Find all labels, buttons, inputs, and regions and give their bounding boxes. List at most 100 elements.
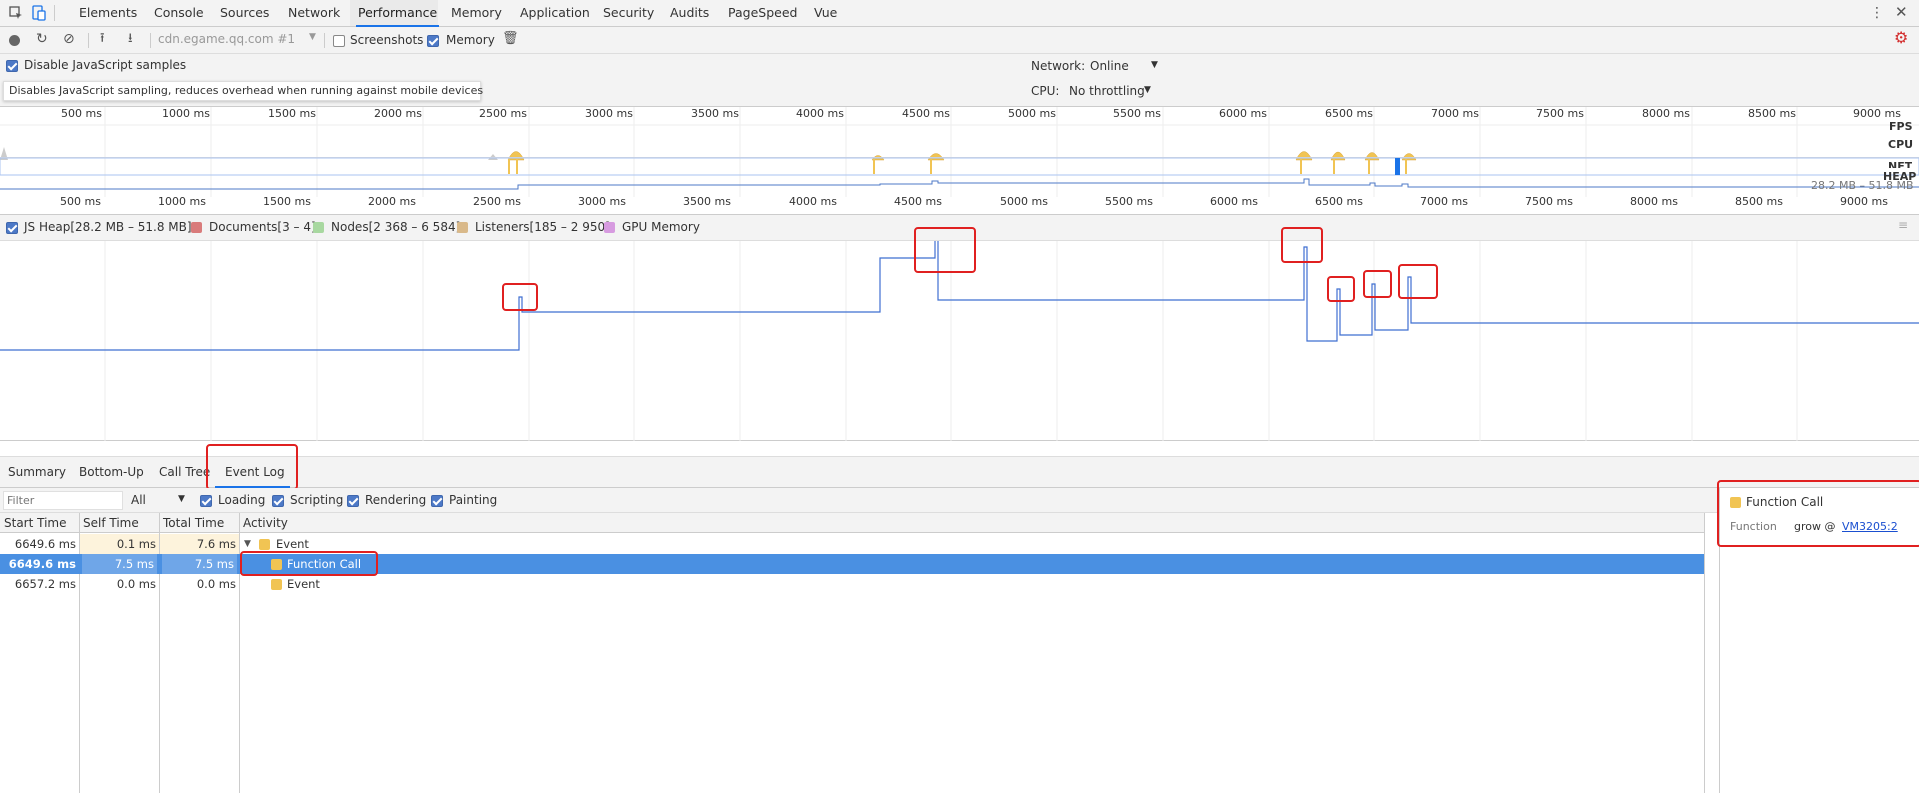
- tab-summary[interactable]: Summary: [8, 465, 66, 479]
- save-profile-icon[interactable]: ⭳: [128, 32, 133, 46]
- col-start-time[interactable]: Start Time: [0, 513, 79, 533]
- tab-performance[interactable]: Performance: [356, 0, 440, 27]
- mini-tick: 6000 ms: [1210, 195, 1258, 208]
- tab-bottom-up[interactable]: Bottom-Up: [79, 465, 144, 479]
- more-menu-icon[interactable]: ⋮: [1870, 6, 1884, 20]
- nodes-label: Nodes[2 368 – 6 584]: [331, 220, 461, 234]
- overview-tick: 2000 ms: [374, 107, 422, 120]
- overview-tick: 4500 ms: [902, 107, 950, 120]
- mini-tick: 7000 ms: [1420, 195, 1468, 208]
- event-category-swatch: [271, 579, 282, 590]
- overview-tick: 6000 ms: [1219, 107, 1267, 120]
- documents-swatch[interactable]: [191, 222, 202, 233]
- network-select[interactable]: Online: [1090, 59, 1129, 73]
- gear-icon[interactable]: ⚙: [1894, 30, 1908, 46]
- listeners-swatch[interactable]: [457, 222, 468, 233]
- mini-tick: 2000 ms: [368, 195, 416, 208]
- target-select[interactable]: cdn.egame.qq.com #1: [158, 32, 295, 46]
- overview-tick: 5000 ms: [1008, 107, 1056, 120]
- tab-network[interactable]: Network: [286, 0, 342, 27]
- start-time-cell: 6649.6 ms: [8, 557, 76, 571]
- reload-record-icon[interactable]: ↻: [36, 32, 48, 46]
- self-time-cell: 0.1 ms: [80, 534, 159, 554]
- close-icon[interactable]: ✕: [1895, 5, 1908, 20]
- screenshots-label: Screenshots: [350, 33, 424, 47]
- inspect-icon[interactable]: [9, 6, 23, 24]
- tab-sources[interactable]: Sources: [218, 0, 271, 27]
- mini-tick: 9000 ms: [1840, 195, 1888, 208]
- overview-tick: 3000 ms: [585, 107, 633, 120]
- category-select[interactable]: All: [131, 493, 146, 507]
- js-heap-graph[interactable]: [0, 227, 1919, 441]
- painting-label: Painting: [449, 493, 498, 507]
- scripting-label: Scripting: [290, 493, 344, 507]
- device-toolbar-icon[interactable]: [32, 5, 46, 25]
- mini-tick: 5000 ms: [1000, 195, 1048, 208]
- col-total-time[interactable]: Total Time: [159, 513, 239, 533]
- filter-input[interactable]: [3, 491, 123, 510]
- tab-audits[interactable]: Audits: [668, 0, 711, 27]
- overview-tick: 1000 ms: [162, 107, 210, 120]
- start-time-cell: 6657.2 ms: [14, 577, 76, 591]
- start-time-cell: 6649.6 ms: [14, 537, 76, 551]
- timeline-overview[interactable]: 500 ms 1000 ms 1500 ms 2000 ms 2500 ms 3…: [0, 107, 1919, 215]
- painting-checkbox[interactable]: [431, 495, 443, 507]
- mini-tick: 4500 ms: [894, 195, 942, 208]
- table-row[interactable]: 6657.2 ms 0.0 ms 0.0 ms Event: [0, 574, 1704, 594]
- loading-label: Loading: [218, 493, 266, 507]
- annotation-box: [502, 283, 538, 311]
- mini-tick: 500 ms: [60, 195, 101, 208]
- devtools-tabbar: Elements Console Sources Network Perform…: [0, 0, 1919, 27]
- load-profile-icon[interactable]: ⭱: [100, 32, 105, 46]
- performance-toolbar: ↻ ⊘ ⭱ ⭳ cdn.egame.qq.com #1 ▼ Screenshot…: [0, 27, 1919, 54]
- loading-checkbox[interactable]: [200, 495, 212, 507]
- disable-js-samples-label: Disable JavaScript samples: [24, 58, 187, 72]
- clear-icon[interactable]: ⊘: [63, 32, 75, 46]
- tab-console[interactable]: Console: [152, 0, 206, 27]
- activity-name: Event: [287, 577, 320, 591]
- trash-icon[interactable]: 🗑: [502, 32, 519, 46]
- annotation-box: [1327, 276, 1355, 302]
- tab-call-tree[interactable]: Call Tree: [159, 465, 210, 479]
- mini-tick: 8000 ms: [1630, 195, 1678, 208]
- tab-security[interactable]: Security: [601, 0, 656, 27]
- annotation-box: [1398, 264, 1438, 299]
- tab-memory[interactable]: Memory: [449, 0, 504, 27]
- tab-elements[interactable]: Elements: [77, 0, 139, 27]
- scripting-checkbox[interactable]: [272, 495, 284, 507]
- overview-tick: 6500 ms: [1325, 107, 1373, 120]
- tab-pagespeed[interactable]: PageSpeed: [726, 0, 799, 27]
- rendering-label: Rendering: [365, 493, 427, 507]
- heap-range-label: 28.2 MB – 51.8 MB: [1811, 179, 1914, 192]
- tab-vue[interactable]: Vue: [812, 0, 839, 27]
- col-activity[interactable]: Activity: [239, 513, 1705, 533]
- total-time-cell: 0.0 ms: [196, 577, 236, 591]
- cpu-select[interactable]: No throttling: [1069, 84, 1145, 98]
- record-icon[interactable]: [9, 35, 20, 46]
- gpu-memory-swatch[interactable]: [604, 222, 615, 233]
- overview-tick: 4000 ms: [796, 107, 844, 120]
- mini-tick: 3000 ms: [578, 195, 626, 208]
- capture-settings: Disable JavaScript samples Disables Java…: [0, 54, 1919, 107]
- nodes-swatch[interactable]: [313, 222, 324, 233]
- overview-tick: 1500 ms: [268, 107, 316, 120]
- memory-checkbox[interactable]: [427, 35, 439, 47]
- screenshots-checkbox[interactable]: [333, 35, 345, 47]
- toolbar-separator: [150, 33, 151, 48]
- overview-tick: 500 ms: [61, 107, 102, 120]
- network-label: Network:: [1031, 59, 1086, 73]
- disable-js-samples-checkbox[interactable]: [6, 60, 18, 72]
- overview-tick: 7500 ms: [1536, 107, 1584, 120]
- tab-application[interactable]: Application: [518, 0, 592, 27]
- col-self-time[interactable]: Self Time: [79, 513, 159, 533]
- drag-handle-icon[interactable]: ≡: [1898, 218, 1908, 232]
- event-log-filter-bar: All ▼ Loading Scripting Rendering Painti…: [0, 488, 1719, 513]
- overview-tick: 3500 ms: [691, 107, 739, 120]
- mini-tick: 3500 ms: [683, 195, 731, 208]
- tooltip-text: Disables JavaScript sampling, reduces ov…: [9, 84, 484, 97]
- documents-label: Documents[3 – 4]: [209, 220, 316, 234]
- rendering-checkbox[interactable]: [347, 495, 359, 507]
- js-heap-label: JS Heap[28.2 MB – 51.8 MB]: [24, 220, 192, 234]
- js-heap-checkbox[interactable]: [6, 222, 18, 234]
- cpu-track-label: CPU: [1888, 138, 1914, 151]
